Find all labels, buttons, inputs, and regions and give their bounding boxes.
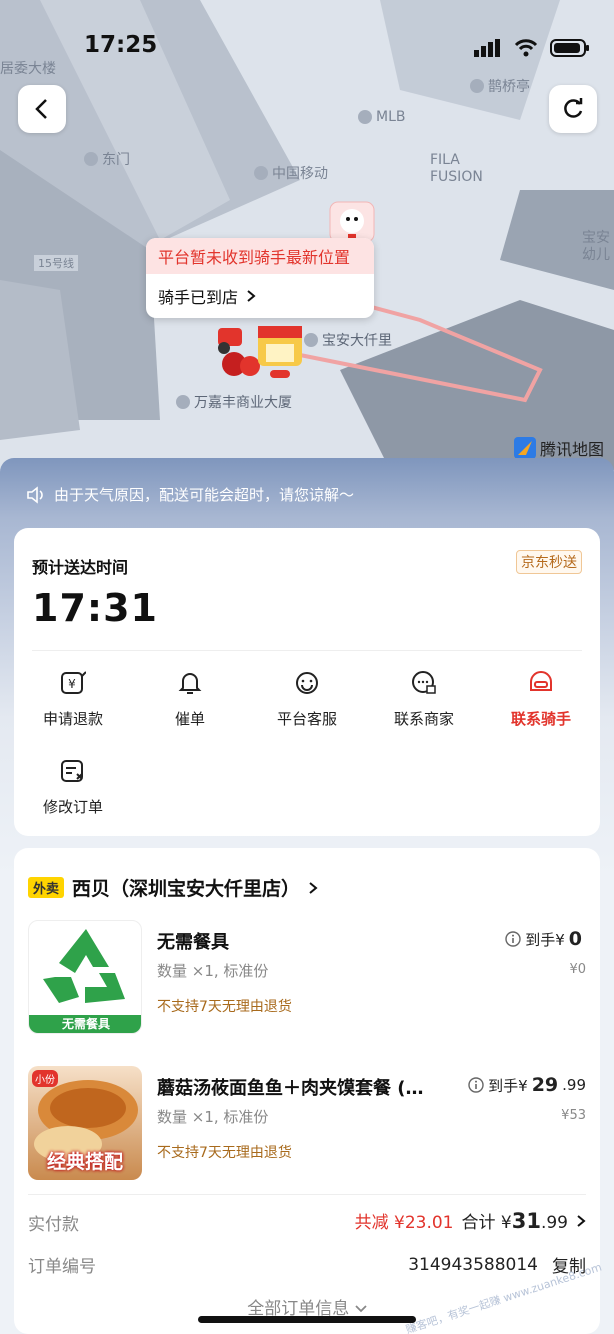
rider-status-link[interactable]: 骑手已到店	[146, 274, 374, 318]
refund-icon: ¥	[61, 671, 86, 694]
return-policy-note: 不支持7天无理由退货	[157, 999, 292, 1015]
chevron-right-icon	[247, 290, 256, 302]
eta-time: 17:31	[32, 586, 158, 630]
weather-notice: 由于天气原因，配送可能会超时，请您谅解～	[26, 484, 354, 505]
chat-store-icon	[412, 671, 436, 694]
refresh-button[interactable]	[549, 85, 597, 133]
rider-helmet-icon	[530, 671, 552, 691]
thumbnail-label: 经典搭配	[46, 1151, 123, 1173]
total-decimal: .99	[540, 1213, 568, 1233]
map-view[interactable]: 17:25 居委大楼 鹊桥亭 MLB 东门 中国移动 FILA FUSION 宝安…	[0, 0, 614, 470]
speaker-icon	[27, 485, 43, 504]
signal-icon	[474, 39, 500, 57]
order-number-label: 订单编号	[28, 1257, 96, 1277]
poi-label: 宝安 幼儿	[582, 230, 610, 263]
size-badge: 小份	[32, 1070, 58, 1087]
notice-text: 由于天气原因，配送可能会超时，请您谅解～	[54, 486, 355, 504]
product-thumbnail[interactable]: 小份 经典搭配	[28, 1066, 142, 1180]
eta-title: 预计送达时间	[32, 558, 129, 577]
discount-amount: 共减 ¥23.01	[354, 1213, 454, 1233]
rider-store-marker	[218, 326, 302, 378]
poi-label: 中国移动	[254, 163, 328, 183]
price-prefix: 到手¥	[525, 930, 565, 949]
status-bar: 17:25	[0, 30, 614, 64]
product-price: 到手¥ 29.99	[468, 1074, 586, 1096]
info-icon[interactable]	[468, 1077, 484, 1093]
refresh-icon	[564, 98, 583, 118]
status-time: 17:25	[84, 32, 158, 58]
modify-order-button[interactable]: 修改订单	[18, 756, 128, 817]
poi-label: 鹊桥亭	[470, 76, 530, 96]
svg-text:¥: ¥	[68, 677, 76, 691]
contact-rider-label: 联系骑手	[510, 710, 571, 728]
tencent-map-logo-icon	[513, 437, 536, 459]
return-policy-note: 不支持7天无理由退货	[157, 1145, 292, 1161]
poi-label: 居委大楼	[0, 61, 56, 77]
map-brand-text: 腾讯地图	[539, 440, 604, 459]
modify-order-label: 修改订单	[42, 798, 103, 816]
store-link[interactable]: 外卖 西贝（深圳宝安大仟里店）	[28, 874, 318, 901]
order-number: 314943588014	[408, 1254, 538, 1275]
price-decimal: .99	[562, 1076, 586, 1094]
thumbnail-label: 无需餐具	[29, 1015, 141, 1033]
product-thumbnail[interactable]: 无需餐具	[28, 920, 142, 1034]
price-prefix: 到手¥	[488, 1076, 528, 1095]
rider-location-tooltip[interactable]: 平台暂未收到骑手最新位置 骑手已到店	[146, 238, 374, 318]
chevron-right-icon	[309, 881, 318, 894]
product-spec: 数量 ×1, 标准份	[157, 1108, 269, 1126]
info-icon[interactable]	[505, 931, 521, 947]
location-warning: 平台暂未收到骑手最新位置	[146, 238, 374, 274]
battery-icon	[550, 39, 589, 57]
order-card: 外卖 西贝（深圳宝安大仟里店） 无需餐具 无需餐具 数量 ×1, 标准份 不支持…	[14, 848, 600, 1334]
original-price: ¥0	[569, 962, 586, 977]
product-name: 无需餐具	[157, 932, 229, 953]
refund-button[interactable]: ¥ 申请退款	[18, 668, 128, 729]
takeout-tag: 外卖	[28, 877, 65, 898]
poi-label: 宝安大仟里	[304, 330, 392, 350]
store-name: 西贝（深圳宝安大仟里店）	[72, 878, 301, 900]
urge-order-label: 催单	[174, 710, 205, 728]
divider	[28, 1194, 586, 1195]
contact-merchant-button[interactable]: 联系商家	[369, 668, 479, 729]
service-badge: 京东秒送	[516, 550, 582, 574]
price-value: 29	[531, 1074, 559, 1096]
rider-status-text: 骑手已到店	[158, 288, 239, 307]
total-value: 31	[511, 1209, 541, 1233]
total-label: 合计 ¥	[461, 1213, 512, 1233]
paid-label: 实付款	[28, 1215, 79, 1235]
poi-label: FILA FUSION	[430, 152, 483, 185]
edit-order-icon	[61, 760, 83, 782]
total-amount: 合计 ¥31.99	[461, 1208, 568, 1233]
chevron-down-icon	[355, 1305, 367, 1313]
divider	[32, 650, 582, 651]
urge-order-button[interactable]: 催单	[135, 668, 245, 729]
product-price: 到手¥ 0	[505, 928, 586, 950]
product-name: 蘑菇汤莜面鱼鱼＋肉夹馍套餐 (…	[157, 1078, 424, 1099]
map-brand: 腾讯地图	[513, 436, 604, 460]
back-button[interactable]	[18, 85, 66, 133]
contact-merchant-label: 联系商家	[393, 710, 454, 728]
poi-label: MLB	[358, 109, 405, 125]
wifi-icon	[514, 39, 538, 57]
platform-service-button[interactable]: 平台客服	[252, 668, 362, 729]
eta-card: 预计送达时间 17:31 京东秒送 ¥ 申请退款 催单 平台客服 联系商家 联系…	[14, 528, 600, 836]
map-background	[0, 0, 614, 470]
metro-line-label: 15号线	[34, 255, 78, 271]
product-spec: 数量 ×1, 标准份	[157, 962, 269, 980]
chevron-right-icon	[577, 1214, 586, 1227]
price-value: 0	[568, 928, 582, 950]
platform-service-label: 平台客服	[276, 710, 337, 728]
bell-icon	[178, 673, 202, 694]
contact-rider-button[interactable]: 联系骑手	[486, 668, 596, 729]
poi-label: 东门	[84, 149, 130, 169]
payment-summary[interactable]: 共减 ¥23.01 合计 ¥31.99	[355, 1208, 586, 1233]
recycle-icon	[43, 929, 125, 1003]
refund-label: 申请退款	[42, 710, 103, 728]
chevron-left-icon	[35, 99, 47, 119]
poi-label: 万嘉丰商业大厦	[176, 392, 292, 412]
home-indicator[interactable]	[198, 1316, 416, 1323]
smile-service-icon	[296, 672, 318, 694]
original-price: ¥53	[561, 1108, 586, 1123]
